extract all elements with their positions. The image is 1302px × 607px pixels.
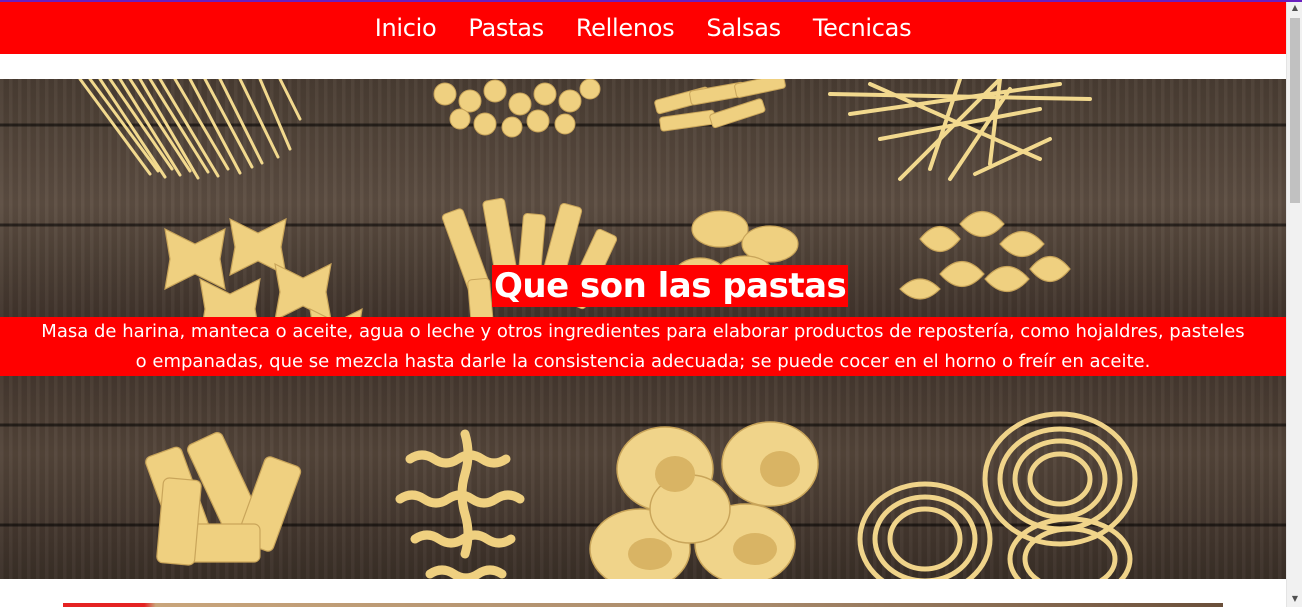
scrollbar-thumb[interactable] bbox=[1290, 18, 1300, 203]
scroll-down-icon[interactable]: ▼ bbox=[1287, 591, 1302, 607]
page-viewport: Inicio Pastas Rellenos Salsas Tecnicas Q… bbox=[0, 0, 1286, 607]
hero-title: Que son las pastas bbox=[492, 265, 849, 307]
nav-link-tecnicas[interactable]: Tecnicas bbox=[813, 14, 912, 42]
main-navbar: Inicio Pastas Rellenos Salsas Tecnicas bbox=[0, 2, 1286, 54]
nav-link-pastas[interactable]: Pastas bbox=[468, 14, 544, 42]
scroll-up-icon[interactable]: ▲ bbox=[1287, 0, 1302, 16]
hero-description: Masa de harina, manteca o aceite, agua o… bbox=[0, 317, 1286, 376]
next-section-peek bbox=[63, 603, 1223, 607]
hero-banner: Que son las pastas Masa de harina, mante… bbox=[0, 79, 1286, 579]
nav-link-rellenos[interactable]: Rellenos bbox=[576, 14, 675, 42]
nav-link-salsas[interactable]: Salsas bbox=[706, 14, 781, 42]
top-accent-line bbox=[0, 0, 1302, 2]
vertical-scrollbar[interactable]: ▲ ▼ bbox=[1286, 0, 1302, 607]
nav-link-inicio[interactable]: Inicio bbox=[375, 14, 437, 42]
